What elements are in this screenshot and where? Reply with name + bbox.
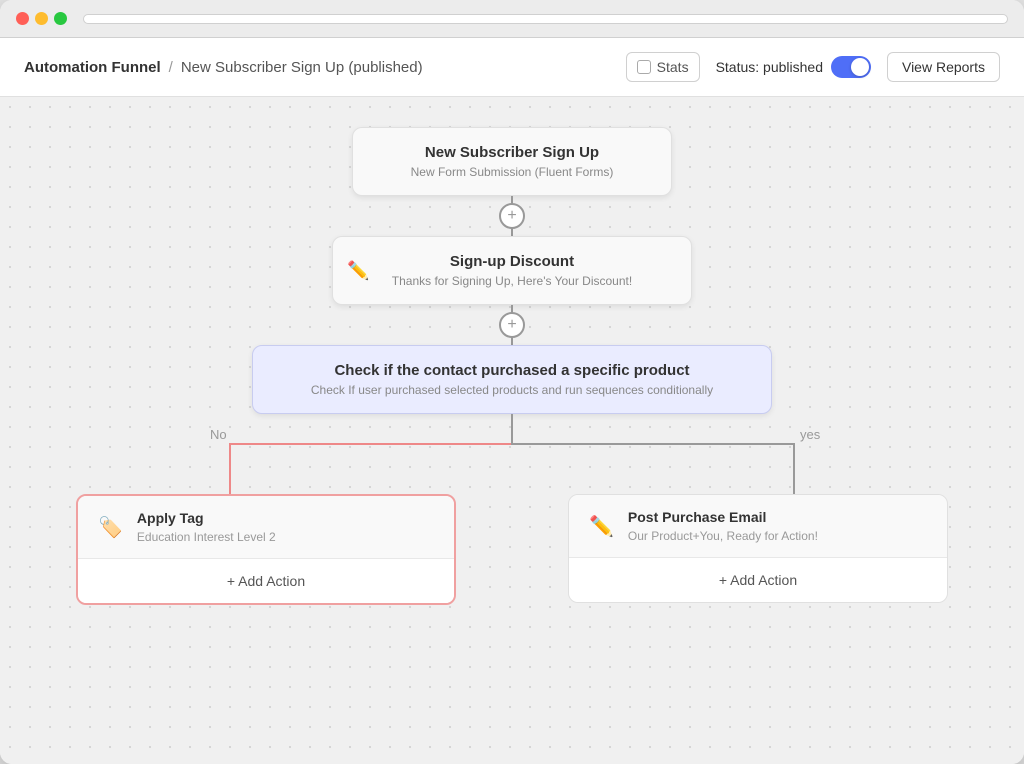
url-bar[interactable] — [83, 14, 1008, 24]
condition-node-subtitle: Check If user purchased selected product… — [277, 383, 747, 397]
action-node-1-subtitle: Thanks for Signing Up, Here's Your Disco… — [357, 274, 667, 288]
tag-icon: 🏷️ — [98, 515, 123, 540]
status-label: Status: published — [716, 59, 823, 75]
branch-right: ✏️ Post Purchase Email Our Product+You, … — [512, 414, 1024, 605]
branch-node-left[interactable]: 🏷️ Apply Tag Education Interest Level 2 … — [76, 494, 456, 605]
connector-2: + — [499, 305, 525, 345]
branch-right-subtitle: Our Product+You, Ready for Action! — [628, 529, 818, 543]
traffic-lights — [16, 12, 67, 25]
branch-node-right[interactable]: ✏️ Post Purchase Email Our Product+You, … — [568, 494, 948, 603]
action-node-1[interactable]: ✏️ Sign-up Discount Thanks for Signing U… — [332, 236, 692, 305]
stats-label: Stats — [657, 59, 689, 75]
branch-left-title: Apply Tag — [137, 510, 276, 526]
trigger-node-subtitle: New Form Submission (Fluent Forms) — [377, 165, 647, 179]
breadcrumb-sub: New Subscriber Sign Up (published) — [181, 59, 423, 76]
add-action-right-button[interactable]: + Add Action — [569, 557, 947, 602]
branch-node-right-inner: ✏️ Post Purchase Email Our Product+You, … — [569, 495, 947, 557]
view-reports-button[interactable]: View Reports — [887, 52, 1000, 82]
branch-node-left-inner: 🏷️ Apply Tag Education Interest Level 2 — [78, 496, 454, 558]
breadcrumb-main[interactable]: Automation Funnel — [24, 59, 161, 76]
published-toggle[interactable] — [831, 56, 871, 78]
maximize-button[interactable] — [54, 12, 67, 25]
action-icon-1: ✏️ — [347, 260, 369, 281]
condition-node[interactable]: Check if the contact purchased a specifi… — [252, 345, 772, 414]
close-button[interactable] — [16, 12, 29, 25]
branch-node-right-text: Post Purchase Email Our Product+You, Rea… — [628, 509, 818, 543]
email-icon: ✏️ — [589, 514, 614, 539]
branch-node-left-text: Apply Tag Education Interest Level 2 — [137, 510, 276, 544]
app-window: Automation Funnel / New Subscriber Sign … — [0, 0, 1024, 764]
header-right: Stats Status: published View Reports — [626, 52, 1000, 82]
branch-left-subtitle: Education Interest Level 2 — [137, 530, 276, 544]
flow-container: New Subscriber Sign Up New Form Submissi… — [0, 127, 1024, 605]
action-node-1-title: Sign-up Discount — [357, 253, 667, 270]
title-bar — [0, 0, 1024, 38]
add-action-left-button[interactable]: + Add Action — [78, 558, 454, 603]
add-node-button-2[interactable]: + — [499, 312, 525, 338]
stats-button[interactable]: Stats — [626, 52, 700, 82]
branch-right-title: Post Purchase Email — [628, 509, 818, 525]
condition-node-title: Check if the contact purchased a specifi… — [277, 362, 747, 379]
connector-1: + — [499, 196, 525, 236]
trigger-node[interactable]: New Subscriber Sign Up New Form Submissi… — [352, 127, 672, 196]
branch-left: 🏷️ Apply Tag Education Interest Level 2 … — [0, 414, 512, 605]
flow-canvas: New Subscriber Sign Up New Form Submissi… — [0, 97, 1024, 764]
add-node-button-1[interactable]: + — [499, 203, 525, 229]
trigger-node-title: New Subscriber Sign Up — [377, 144, 647, 161]
minimize-button[interactable] — [35, 12, 48, 25]
status-area: Status: published — [716, 56, 871, 78]
stats-checkbox[interactable] — [637, 60, 651, 74]
breadcrumb: Automation Funnel / New Subscriber Sign … — [24, 59, 423, 76]
breadcrumb-separator: / — [169, 59, 173, 76]
app-header: Automation Funnel / New Subscriber Sign … — [0, 38, 1024, 97]
toggle-knob — [851, 58, 869, 76]
